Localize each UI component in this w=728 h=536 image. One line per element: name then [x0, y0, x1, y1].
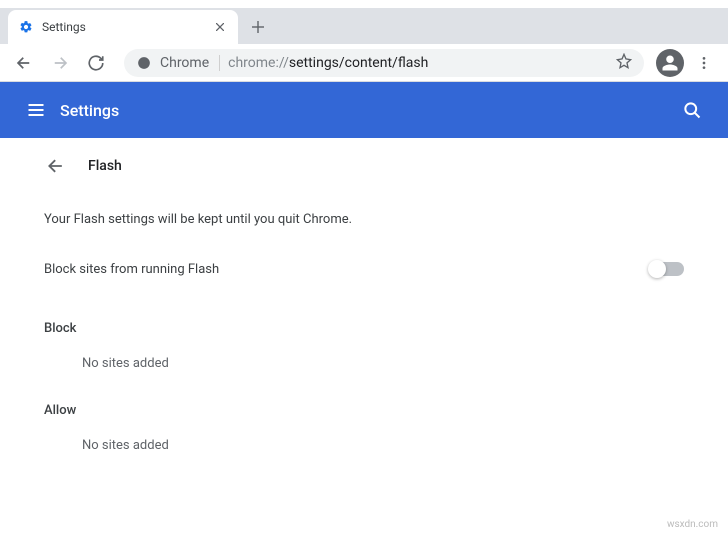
new-tab-button[interactable]	[244, 13, 272, 41]
page-subheader: Flash	[24, 138, 704, 194]
bookmark-star-icon[interactable]	[616, 53, 632, 73]
allow-empty-text: No sites added	[24, 422, 704, 461]
back-button[interactable]	[8, 47, 40, 79]
forward-button[interactable]	[44, 47, 76, 79]
block-empty-text: No sites added	[24, 340, 704, 379]
allow-section-heading: Allow	[24, 379, 704, 422]
toggle-switch[interactable]	[650, 262, 684, 276]
back-arrow-icon[interactable]	[44, 154, 68, 178]
watermark: wsxdn.com	[667, 519, 718, 530]
page-section-title: Flash	[88, 158, 122, 174]
hamburger-menu-icon[interactable]	[16, 90, 56, 130]
settings-header: Settings	[0, 82, 728, 138]
close-tab-button[interactable]	[212, 19, 228, 35]
toggle-label: Block sites from running Flash	[44, 262, 650, 277]
toggle-row-block-flash: Block sites from running Flash	[24, 241, 704, 297]
browser-tab[interactable]: Settings	[8, 10, 238, 44]
info-text: Your Flash settings will be kept until y…	[24, 194, 704, 241]
gear-icon	[18, 19, 34, 35]
search-icon[interactable]	[672, 90, 712, 130]
settings-title: Settings	[60, 101, 672, 120]
chrome-icon	[136, 55, 152, 71]
address-bar[interactable]: Chrome chrome://settings/content/flash	[124, 49, 644, 77]
block-section-heading: Block	[24, 297, 704, 340]
omnibox-url: chrome://settings/content/flash	[228, 55, 608, 71]
browser-menu-button[interactable]	[688, 47, 720, 79]
reload-button[interactable]	[80, 47, 112, 79]
tab-strip: Settings	[0, 8, 728, 44]
profile-avatar[interactable]	[656, 49, 684, 77]
tab-title: Settings	[42, 20, 204, 34]
omnibox-origin: Chrome	[160, 55, 220, 71]
browser-toolbar: Chrome chrome://settings/content/flash	[0, 44, 728, 82]
toggle-knob	[648, 260, 666, 278]
